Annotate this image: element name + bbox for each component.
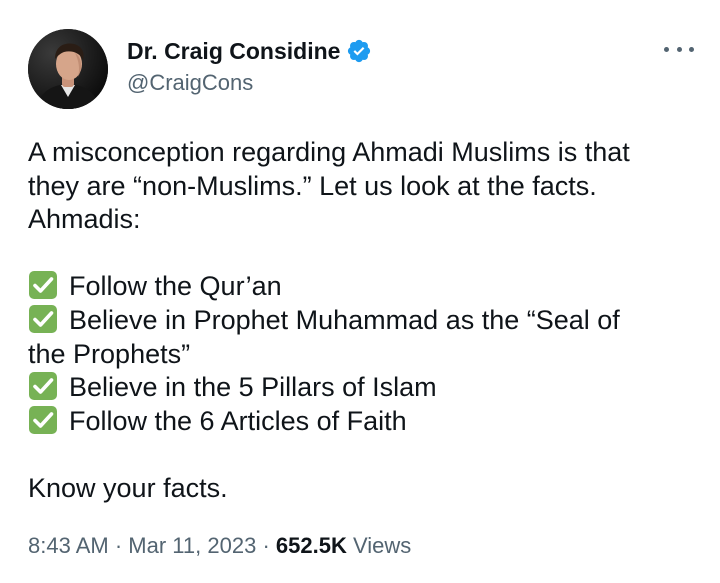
checklist-item-label: Follow the 6 Articles of Faith [69,405,407,436]
author-name-row: Dr. Craig Considine [127,35,372,67]
check-mark-icon [28,371,61,401]
checklist-item: Believe in the 5 Pillars of Islam [28,371,700,405]
tweet: Dr. Craig Considine @CraigCons A misconc… [0,0,720,583]
checklist-item-label: Believe in Prophet Muhammad as the “Seal… [69,304,620,335]
tweet-text: A misconception regarding Ahmadi Muslims… [28,136,700,506]
more-dot [676,46,682,52]
checklist-item: Believe in Prophet Muhammad as the “Seal… [28,304,700,338]
check-mark-icon [28,304,61,334]
tweet-meta: 8:43 AM · Mar 11, 2023 · 652.5K Views [28,533,411,559]
tweet-date[interactable]: Mar 11, 2023 [128,533,256,558]
checklist-item-label: Believe in the 5 Pillars of Islam [69,372,437,403]
tweet-time[interactable]: 8:43 AM [28,533,109,558]
author-handle[interactable]: @CraigCons [127,70,253,96]
meta-separator: · [114,533,123,558]
checklist-item: Follow the Qur’an [28,270,700,304]
checklist-item-label: Follow the Qur’an [69,271,282,302]
tweet-closing-line: Know your facts. [28,472,228,503]
more-horizontal-icon[interactable] [664,38,694,60]
author-display-name[interactable]: Dr. Craig Considine [127,38,340,65]
avatar[interactable] [28,29,108,109]
check-mark-icon [28,270,61,300]
more-dot [689,46,694,52]
verified-badge-icon[interactable] [346,38,372,64]
checklist-item: Follow the 6 Articles of Faith [28,405,700,439]
tweet-text-line: A misconception regarding Ahmadi Muslims… [28,137,630,167]
tweet-text-line: they are “non-Muslims.” Let us look at t… [28,170,597,201]
meta-separator: · [262,533,270,558]
tweet-text-line: Ahmadis: [28,204,141,235]
checklist-item-continuation: the Prophets” [28,338,191,369]
more-dot [664,46,669,52]
views-count: 652.5K [275,533,347,558]
check-mark-icon [28,405,61,435]
views-label: Views [352,533,412,558]
